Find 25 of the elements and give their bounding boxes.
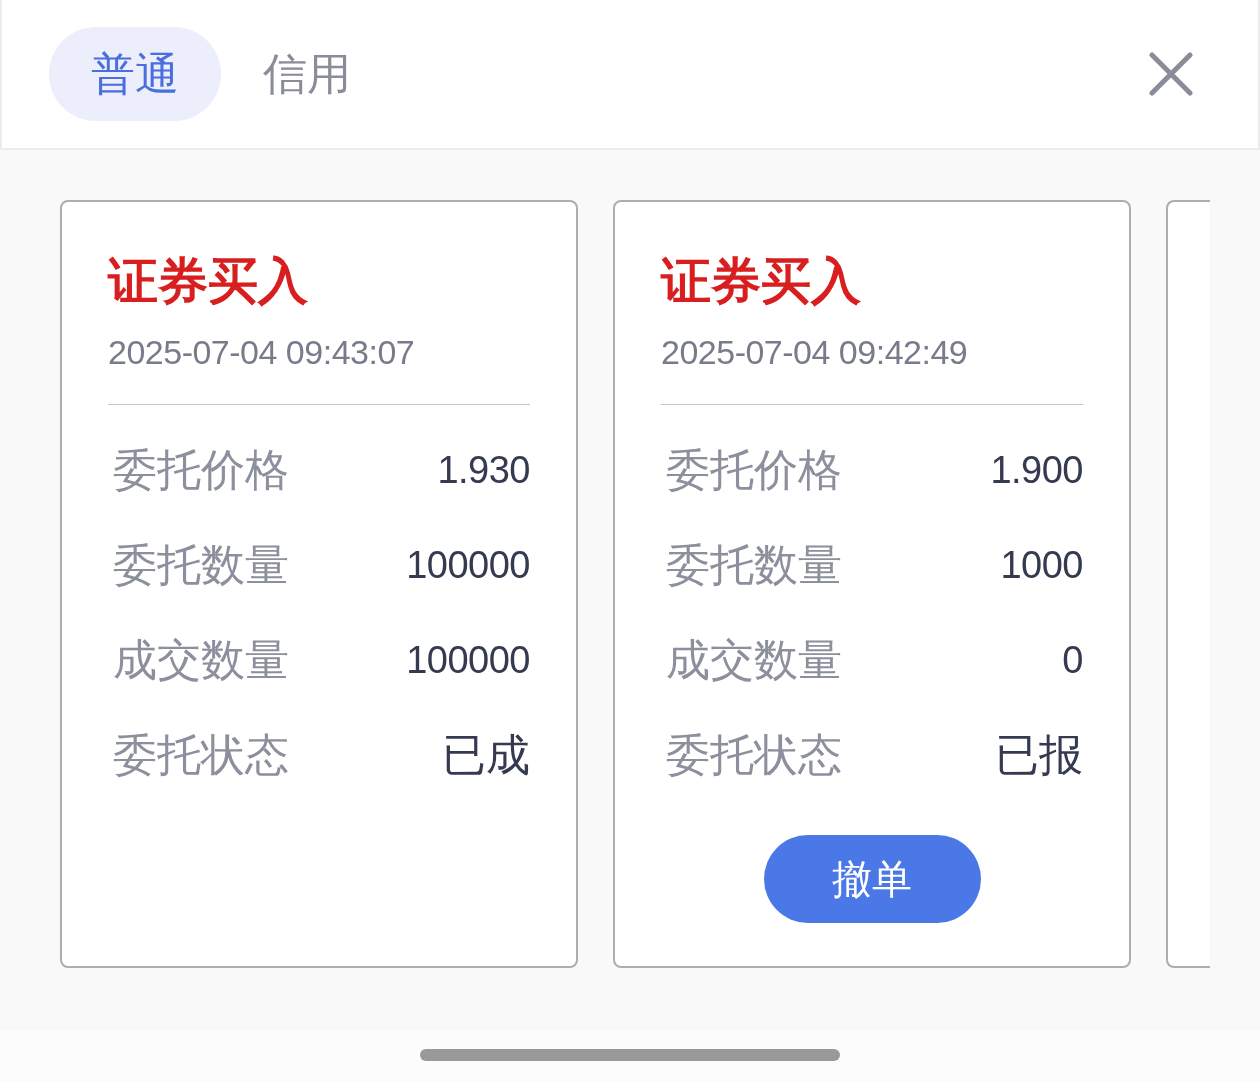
close-icon	[1149, 52, 1193, 96]
tab[interactable]: 信用	[221, 27, 393, 121]
field-label: 委托价格	[112, 444, 289, 496]
close-button[interactable]	[1148, 51, 1194, 97]
field-label: 委托状态	[112, 729, 289, 781]
tab[interactable]: 普通	[49, 27, 221, 121]
order-type: 证券买入	[108, 252, 309, 311]
order-time: 2025-07-04 09:43:07	[108, 332, 416, 372]
field-value: 100000	[406, 544, 530, 587]
field-label: 委托价格	[665, 444, 842, 496]
cancel-order-button[interactable]: 撤单	[763, 835, 981, 923]
field-label: 成交数量	[112, 634, 289, 686]
field-label: 委托状态	[665, 729, 842, 781]
field-value: 1.930	[437, 449, 530, 492]
field-value: 已成	[442, 729, 530, 781]
field-value: 1000	[1000, 544, 1083, 587]
field-value: 0	[1062, 639, 1083, 682]
field-label: 委托数量	[665, 539, 842, 591]
field-value: 1.900	[990, 449, 1083, 492]
order-type: 证券买入	[661, 252, 862, 311]
field-value: 已报	[995, 729, 1083, 781]
order-time: 2025-07-04 09:42:49	[661, 332, 969, 372]
field-label: 成交数量	[665, 634, 842, 686]
field-value: 100000	[406, 639, 530, 682]
field-label: 委托数量	[112, 539, 289, 591]
